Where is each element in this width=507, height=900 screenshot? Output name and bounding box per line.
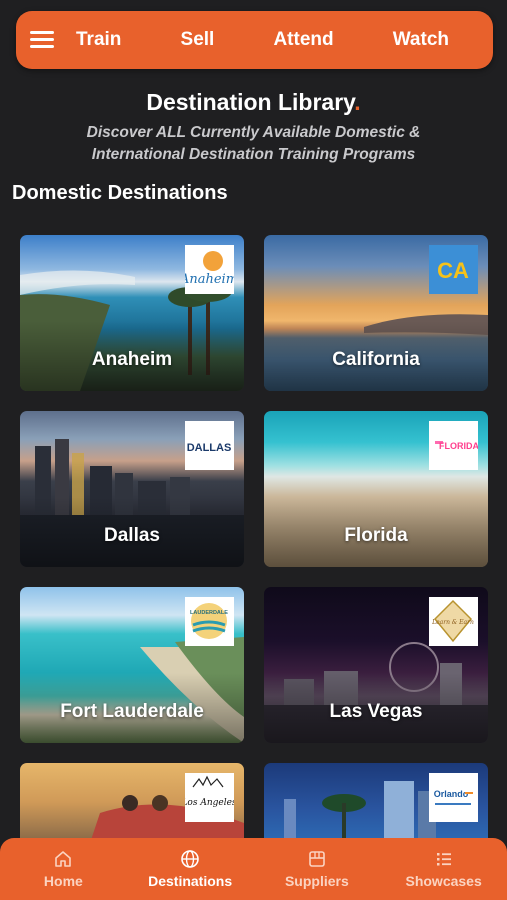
top-nav: Train Sell Attend Watch (76, 29, 493, 51)
destination-card-california[interactable]: CA California (264, 235, 488, 391)
las-vegas-logo-text: Learn & Earn (431, 619, 474, 626)
fort-lauderdale-logo-text: LAUDERDALE (190, 610, 228, 616)
dallas-logo-text: DALLAS (187, 442, 232, 454)
destination-label: California (332, 349, 420, 370)
page-title-text: Destination Library (146, 89, 355, 115)
california-logo-text: CA (437, 258, 469, 283)
destination-label: Fort Lauderdale (60, 701, 204, 722)
globe-icon (181, 850, 199, 868)
home-icon (55, 851, 72, 867)
fort-lauderdale-logo: LAUDERDALE (185, 597, 234, 646)
bottom-nav-suppliers[interactable]: Suppliers (257, 849, 377, 889)
bottom-nav-destinations[interactable]: Destinations (130, 849, 250, 889)
bottom-nav-home[interactable]: Home (3, 849, 123, 889)
destination-label: Anaheim (91, 349, 173, 370)
los-angeles-logo-text: Los Angeles (185, 798, 234, 808)
nav-train[interactable]: Train (76, 29, 121, 51)
bottom-nav-bar: Home Destinations Suppliers Showcases (0, 838, 507, 900)
section-heading: Domestic Destinations (12, 182, 228, 204)
page-header: Destination Library. Discover ALL Curren… (0, 89, 507, 166)
destination-card-las-vegas[interactable]: Learn & Earn Las Vegas (264, 587, 488, 743)
subtitle-line-1: Discover ALL Currently Available Domesti… (86, 124, 421, 141)
bottom-nav-label: Suppliers (284, 873, 349, 889)
florida-logo-text: FLORIDA (439, 441, 478, 451)
destination-card-dallas[interactable]: DALLAS Dallas (20, 411, 244, 567)
destination-label: Las Vegas (329, 701, 423, 722)
dallas-logo: DALLAS (185, 421, 234, 470)
las-vegas-logo: Learn & Earn (429, 597, 478, 646)
bottom-nav-label: Home (43, 873, 83, 889)
orlando-logo: Orlando (429, 773, 478, 822)
nav-attend[interactable]: Attend (273, 29, 333, 51)
destination-label: Florida (344, 525, 408, 546)
anaheim-logo: Anaheim (185, 245, 234, 294)
bottom-nav-label: Destinations (148, 873, 233, 889)
los-angeles-logo: Los Angeles (185, 773, 234, 822)
box-icon (309, 851, 325, 867)
florida-logo: FLORIDA (429, 421, 478, 470)
destination-card-florida[interactable]: FLORIDA Florida (264, 411, 488, 567)
top-nav-bar: Train Sell Attend Watch (16, 11, 493, 69)
subtitle-line-2: International Destination Training Progr… (91, 146, 416, 163)
destination-card-anaheim[interactable]: Anaheim Anaheim (20, 235, 244, 391)
page-title: Destination Library. (0, 89, 507, 116)
bottom-nav-label: Showcases (405, 873, 482, 889)
nav-watch[interactable]: Watch (393, 29, 449, 51)
destination-card-fort-lauderdale[interactable]: LAUDERDALE Fort Lauderdale (20, 587, 244, 743)
california-logo: CA (429, 245, 478, 294)
page-subtitle: Discover ALL Currently Available Domesti… (0, 122, 507, 166)
nav-sell[interactable]: Sell (181, 29, 215, 51)
title-dot: . (354, 89, 361, 115)
hamburger-menu-icon[interactable] (30, 31, 54, 49)
orlando-logo-text: Orlando (434, 789, 469, 799)
anaheim-logo-text: Anaheim (185, 272, 234, 287)
destination-label: Dallas (104, 525, 160, 546)
list-icon (436, 853, 451, 866)
bottom-nav-showcases[interactable]: Showcases (384, 849, 504, 889)
